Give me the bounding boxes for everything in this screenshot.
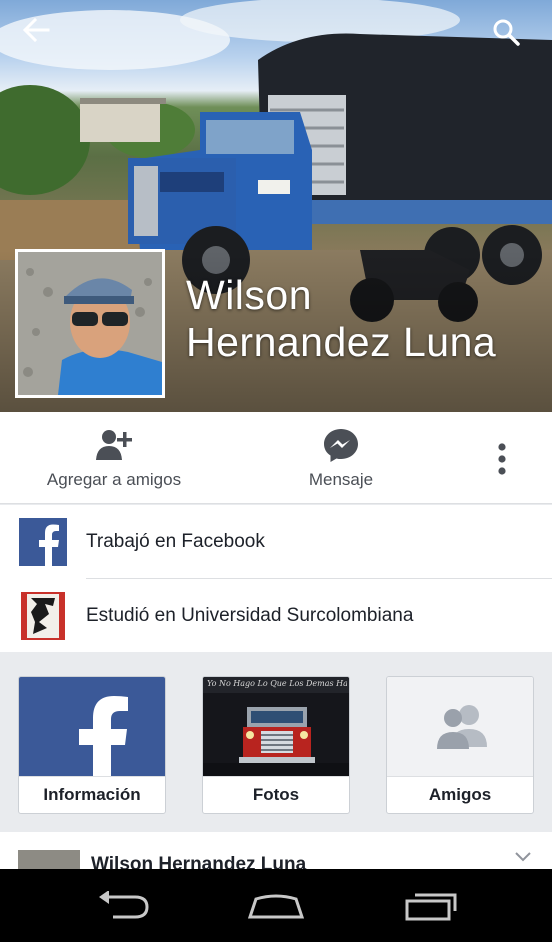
profile-actions: Agregar a amigos Mensaje xyxy=(0,412,552,504)
education-row[interactable]: Estudió en Universidad Surcolombiana xyxy=(0,579,552,652)
avatar[interactable] xyxy=(15,249,165,398)
work-row[interactable]: Trabajó en Facebook xyxy=(0,505,552,579)
system-home-icon[interactable] xyxy=(241,889,311,923)
profile-tiles: Información Yo No Hago Lo Que Los Demas … xyxy=(0,652,552,832)
arrow-left-icon[interactable] xyxy=(22,18,62,58)
about-tile-label: Información xyxy=(19,776,165,813)
message-button[interactable]: Mensaje xyxy=(270,412,412,504)
friends-tile-label: Amigos xyxy=(387,776,533,813)
add-friend-button[interactable]: Agregar a amigos xyxy=(30,412,198,504)
profile-screen: Wilson Hernandez Luna Agregar a amigos M… xyxy=(0,0,552,942)
more-vertical-icon[interactable] xyxy=(480,412,524,504)
more-dots xyxy=(497,440,507,478)
friends-icon xyxy=(387,677,533,776)
search-icon[interactable] xyxy=(492,18,532,58)
education-text: Estudió en Universidad Surcolombiana xyxy=(86,604,414,626)
profile-name-first: Wilson xyxy=(186,272,313,318)
friends-tile[interactable]: Amigos xyxy=(386,676,534,814)
work-text: Trabajó en Facebook xyxy=(86,530,265,552)
system-back-icon[interactable] xyxy=(88,889,158,923)
photos-thumbnail: Yo No Hago Lo Que Los Demas Hacen... xyxy=(203,677,349,776)
message-label: Mensaje xyxy=(308,470,374,489)
facebook-f-icon xyxy=(19,677,165,776)
add-friend-icon xyxy=(96,426,132,464)
messenger-icon xyxy=(323,426,359,464)
system-recents-icon[interactable] xyxy=(396,889,466,923)
photos-tile-label: Fotos xyxy=(203,776,349,813)
intro-section: Trabajó en Facebook Estudió en Universid… xyxy=(0,505,552,652)
facebook-logo-icon xyxy=(19,517,67,566)
about-tile[interactable]: Información xyxy=(18,676,166,814)
photos-thumbnail-caption: Yo No Hago Lo Que Los Demas Hacen... xyxy=(207,679,347,688)
add-friend-label: Agregar a amigos xyxy=(46,470,182,489)
cover-photo[interactable]: Wilson Hernandez Luna xyxy=(0,0,552,412)
university-logo-icon xyxy=(19,591,67,640)
system-navigation-bar xyxy=(0,869,552,942)
chevron-down-icon[interactable] xyxy=(514,850,532,868)
profile-name: Wilson Hernandez Luna xyxy=(186,272,546,366)
post-card[interactable]: Wilson Hernandez Luna xyxy=(0,832,552,872)
photos-tile[interactable]: Yo No Hago Lo Que Los Demas Hacen... Fot… xyxy=(202,676,350,814)
profile-name-last: Hernandez Luna xyxy=(186,319,497,365)
